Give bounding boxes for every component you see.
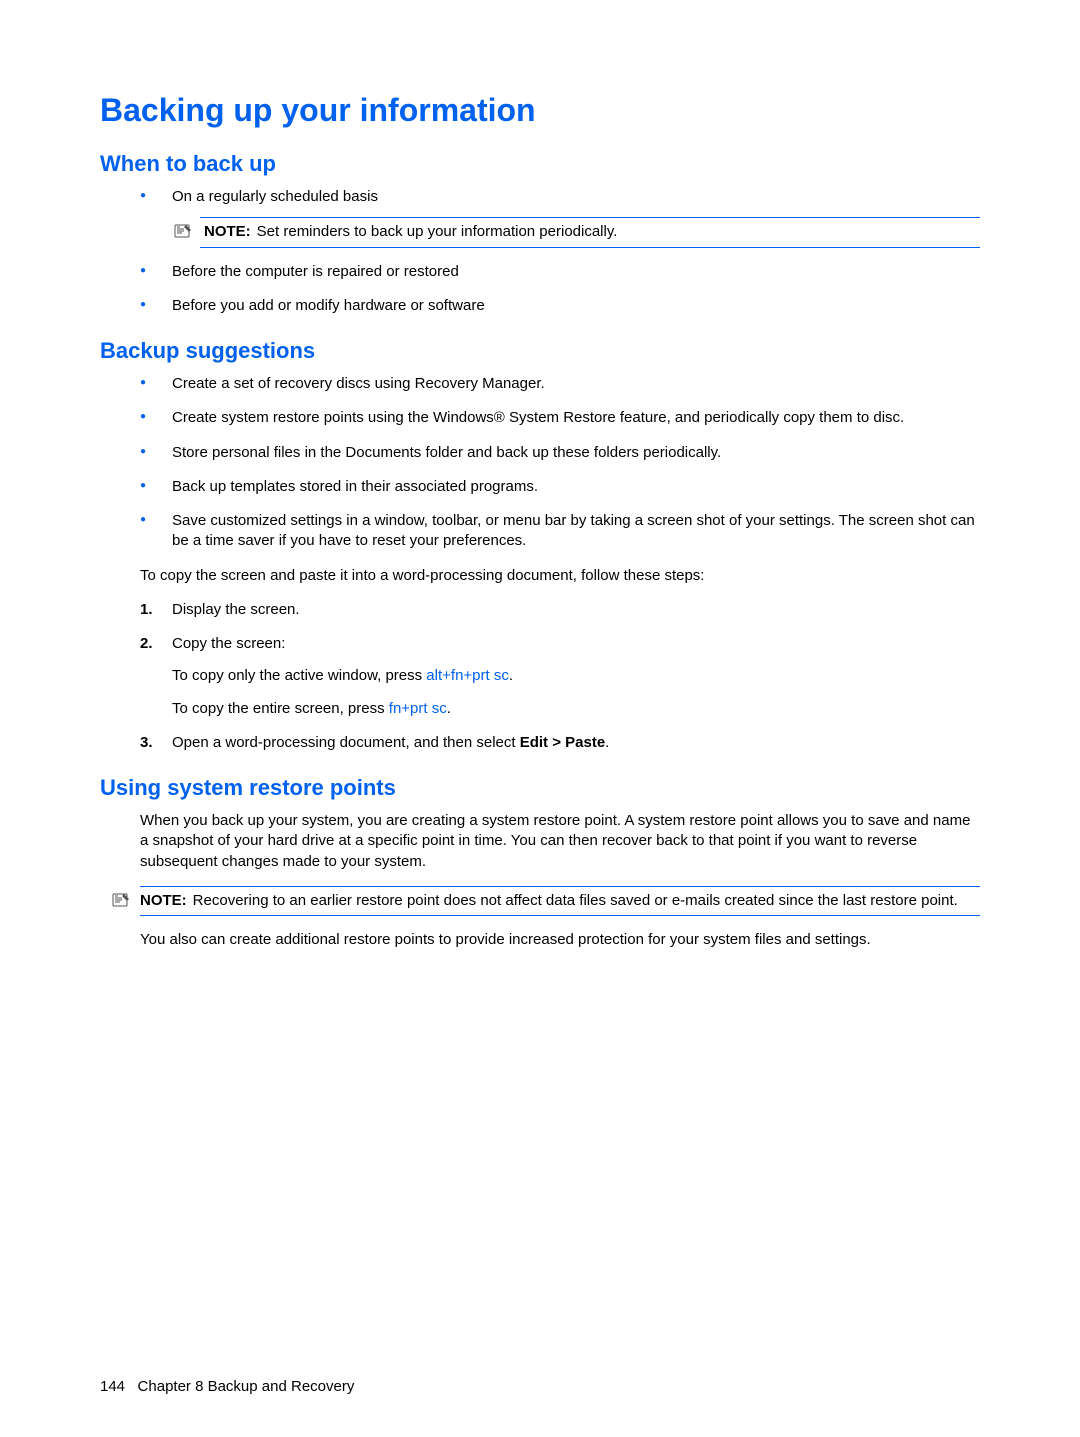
step-text: Display the screen. <box>172 601 300 618</box>
note-label: NOTE: <box>140 892 187 909</box>
step-item: 3. Open a word-processing document, and … <box>140 733 980 753</box>
step-item: 1. Display the screen. <box>140 600 980 620</box>
when-content: On a regularly scheduled basis NOTE: Set … <box>140 187 980 316</box>
bullet-text: On a regularly scheduled basis <box>172 188 378 205</box>
list-item: Before you add or modify hardware or sof… <box>140 296 980 316</box>
step-number: 3. <box>140 733 153 753</box>
list-item: Create system restore points using the W… <box>140 408 980 428</box>
paragraph: To copy the screen and paste it into a w… <box>140 566 980 586</box>
menu-path: Edit > Paste <box>520 734 605 751</box>
step-item: 2. Copy the screen: To copy only the act… <box>140 634 980 719</box>
list-item: Create a set of recovery discs using Rec… <box>140 374 980 394</box>
period: . <box>509 667 513 684</box>
period: . <box>605 734 609 751</box>
period: . <box>447 700 451 717</box>
page-number: 144 <box>100 1378 125 1395</box>
list-item: Store personal files in the Documents fo… <box>140 443 980 463</box>
paragraph: When you back up your system, you are cr… <box>140 811 980 872</box>
hotkey-text: alt+fn+prt sc <box>426 667 509 684</box>
section-heading-suggestions: Backup suggestions <box>100 338 980 364</box>
step-number: 2. <box>140 634 153 654</box>
step-number: 1. <box>140 600 153 620</box>
restore-content: When you back up your system, you are cr… <box>140 811 980 950</box>
note-icon <box>112 892 132 912</box>
step-subtext: To copy the entire screen, press <box>172 700 389 717</box>
paragraph: You also can create additional restore p… <box>140 930 980 950</box>
step-text: Open a word-processing document, and the… <box>172 734 520 751</box>
document-page: Backing up your information When to back… <box>0 0 1080 1437</box>
note-label: NOTE: <box>204 223 251 240</box>
list-item: Before the computer is repaired or resto… <box>140 262 980 282</box>
note-text: Set reminders to back up your informatio… <box>257 223 618 240</box>
step-text: Copy the screen: <box>172 635 285 652</box>
page-title: Backing up your information <box>100 92 980 129</box>
page-footer: 144 Chapter 8 Backup and Recovery <box>100 1378 354 1395</box>
note-block: NOTE: Recovering to an earlier restore po… <box>140 886 980 916</box>
step-subtext: To copy only the active window, press <box>172 667 426 684</box>
chapter-label: Chapter 8 Backup and Recovery <box>138 1378 355 1395</box>
section-heading-when: When to back up <box>100 151 980 177</box>
section-heading-restore: Using system restore points <box>100 775 980 801</box>
list-item: Save customized settings in a window, to… <box>140 511 980 552</box>
note-block: NOTE: Set reminders to back up your infor… <box>200 217 980 247</box>
hotkey-text: fn+prt sc <box>389 700 447 717</box>
note-icon <box>174 223 194 245</box>
list-item: Back up templates stored in their associ… <box>140 477 980 497</box>
suggestions-content: Create a set of recovery discs using Rec… <box>140 374 980 753</box>
note-text: Recovering to an earlier restore point d… <box>193 892 958 909</box>
list-item: On a regularly scheduled basis NOTE: Set … <box>140 187 980 248</box>
